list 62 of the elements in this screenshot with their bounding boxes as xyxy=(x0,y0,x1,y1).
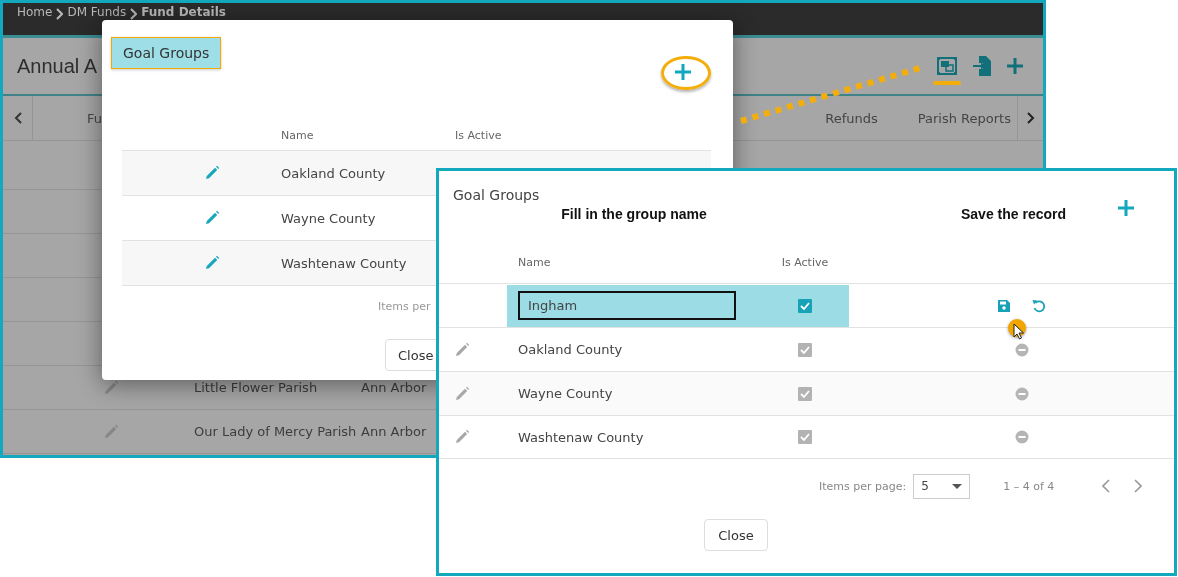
minus-circle-icon[interactable] xyxy=(1014,430,1029,444)
caret-icon xyxy=(952,483,963,489)
chevron-icon xyxy=(130,8,138,20)
pencil-icon[interactable] xyxy=(204,210,220,226)
column-header: Is Active xyxy=(455,128,503,142)
callout-text: Save the record xyxy=(961,206,1067,222)
save-icon[interactable] xyxy=(997,299,1010,312)
page-range: 1 – 4 of 4 xyxy=(1003,479,1055,493)
table-cell-text: Wayne County xyxy=(517,386,614,401)
pencil-icon[interactable] xyxy=(204,255,220,271)
breadcrumb-link[interactable]: Home xyxy=(17,5,53,19)
pencil-icon[interactable] xyxy=(204,165,220,181)
minus-circle-icon[interactable] xyxy=(1014,342,1029,357)
pencil-icon[interactable] xyxy=(454,385,470,402)
chevron-icon xyxy=(56,8,64,20)
pencil-icon[interactable] xyxy=(103,379,119,396)
table-cell-text: Oakland County xyxy=(281,165,387,181)
plus-icon[interactable] xyxy=(675,64,691,80)
file-import-icon[interactable] xyxy=(973,56,991,76)
page-title: Annual A xyxy=(17,54,98,78)
chevron-right-icon[interactable] xyxy=(1134,479,1143,493)
dialog-title: Goal Groups xyxy=(111,37,222,69)
pagination-label: Items per page: xyxy=(819,479,907,493)
table-cell: Ann Arbor xyxy=(361,424,427,439)
checkbox[interactable] xyxy=(798,298,812,313)
tab[interactable]: Parish Reports xyxy=(917,96,1011,140)
undo-icon[interactable] xyxy=(1031,298,1046,313)
pagination-label: Items per xyxy=(378,300,431,313)
table-cell-text: Oakland County xyxy=(517,342,624,357)
page-size-select[interactable]: 5 xyxy=(913,473,971,499)
highlight-underline xyxy=(933,81,961,85)
window-icon[interactable] xyxy=(937,57,957,75)
breadcrumb-link[interactable]: DM Funds xyxy=(67,5,127,19)
table-cell-text: Washtenaw County xyxy=(517,429,645,445)
tab[interactable]: Fu xyxy=(87,96,102,140)
pencil-icon[interactable] xyxy=(454,341,470,358)
plus-icon[interactable] xyxy=(1118,200,1134,216)
chevron-left-icon[interactable] xyxy=(1102,479,1111,493)
table-cell-text: Little Flower Parish xyxy=(194,380,319,395)
table-cell-text: Our Lady of Mercy Parish xyxy=(194,424,358,439)
select-value: 5 xyxy=(921,479,929,493)
table-cell: Ann Arbor xyxy=(361,380,427,395)
callout-text: Fill in the group name xyxy=(561,206,707,222)
chevron-left-icon xyxy=(13,112,22,124)
column-header: Name xyxy=(281,128,315,142)
table-cell-text: Washtenaw County xyxy=(281,255,408,271)
table-cell-text: Wayne County xyxy=(281,210,377,226)
pencil-icon[interactable] xyxy=(454,429,470,445)
cursor-icon xyxy=(1013,322,1025,340)
breadcrumb-link[interactable]: Fund Details xyxy=(141,5,226,19)
column-header: Is Active xyxy=(781,255,829,269)
chevron-right-icon xyxy=(1026,112,1035,124)
checkbox[interactable] xyxy=(798,430,812,444)
column-header: Name xyxy=(517,255,552,269)
input-field[interactable]: Ingham xyxy=(518,291,736,320)
checkbox[interactable] xyxy=(798,342,812,357)
tab[interactable]: Refunds xyxy=(825,96,878,140)
plus-icon[interactable] xyxy=(1007,58,1023,74)
panel-title: Goal Groups xyxy=(452,186,541,203)
close-button[interactable]: Close xyxy=(704,519,768,551)
minus-circle-icon[interactable] xyxy=(1014,386,1029,401)
checkbox[interactable] xyxy=(798,386,812,401)
